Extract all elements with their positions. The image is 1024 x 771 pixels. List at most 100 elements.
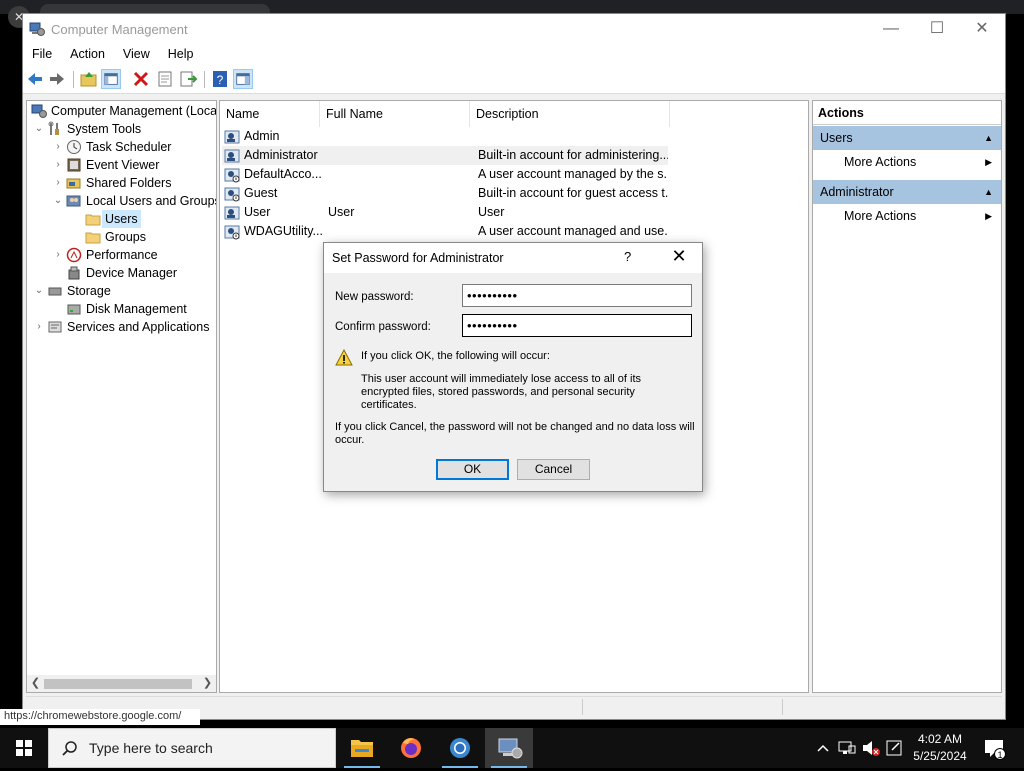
cancel-button[interactable]: Cancel: [517, 459, 590, 480]
chevron-down-icon[interactable]: ⌄: [33, 120, 45, 138]
tree-item-storage[interactable]: ⌄ Storage: [33, 282, 213, 300]
list-row-guest[interactable]: Guest Built-in account for guest access …: [222, 184, 668, 203]
back-arrow-icon[interactable]: [25, 69, 45, 89]
taskbar-search-box[interactable]: Type here to search: [48, 728, 336, 768]
title-bar: Computer Management — ☐ ✕: [23, 14, 1005, 44]
tree-item-task-scheduler[interactable]: › Task Scheduler: [52, 138, 216, 156]
list-row-defaultaccount[interactable]: DefaultAcco... A user account managed by…: [222, 165, 668, 184]
folder-icon: [85, 214, 101, 226]
list-header: Name Full Name Description: [220, 101, 808, 127]
tree-item-disk-management[interactable]: Disk Management: [52, 300, 216, 318]
volume-muted-icon[interactable]: [860, 728, 882, 768]
chevron-right-icon[interactable]: ›: [52, 138, 64, 156]
more-actions-administrator[interactable]: More Actions ▶: [813, 205, 1001, 227]
export-list-icon[interactable]: [178, 69, 198, 89]
tree-item-performance[interactable]: › Performance: [52, 246, 216, 264]
chevron-right-icon[interactable]: ›: [33, 318, 45, 336]
tree-item-users[interactable]: Users: [71, 210, 211, 228]
status-divider: [782, 699, 783, 715]
list-row-user[interactable]: User User User: [222, 203, 668, 222]
user-description: Built-in account for guest access t...: [478, 186, 668, 200]
tree-item-shared-folders[interactable]: › Shared Folders: [52, 174, 216, 192]
column-header-full-name[interactable]: Full Name: [320, 101, 470, 127]
computer-management-taskbar-button[interactable]: [485, 728, 533, 768]
menu-action[interactable]: Action: [61, 44, 114, 61]
chrome-taskbar-button[interactable]: [436, 728, 484, 768]
show-hide-console-tree-icon[interactable]: [101, 69, 121, 89]
dialog-close-button[interactable]: ✕: [667, 246, 691, 267]
tree-horizontal-scrollbar[interactable]: ❮ ❯: [27, 675, 216, 692]
warning-heading: If you click OK, the following will occu…: [361, 350, 550, 362]
help-icon[interactable]: ?: [210, 69, 230, 89]
chevron-down-icon[interactable]: ⌄: [33, 282, 45, 300]
windows-start-icon[interactable]: [0, 728, 48, 768]
up-folder-icon[interactable]: [79, 69, 99, 89]
chevron-down-icon[interactable]: ⌄: [52, 192, 64, 210]
tree-item-label: Event Viewer: [86, 158, 160, 172]
user-name: WDAGUtility...: [244, 224, 323, 238]
menu-view[interactable]: View: [114, 44, 159, 61]
notification-count-badge: 1: [994, 748, 1006, 760]
user-description: A user account managed and use...: [478, 224, 668, 238]
disabled-user-icon: [224, 168, 240, 183]
computer-management-icon: [31, 104, 47, 118]
new-password-label: New password:: [335, 291, 414, 303]
menu-help[interactable]: Help: [159, 44, 203, 61]
list-row-administrator[interactable]: Administrator Built-in account for admin…: [222, 146, 668, 165]
minimize-button[interactable]: —: [868, 14, 914, 44]
dialog-help-button[interactable]: ?: [624, 249, 631, 264]
scroll-left-icon[interactable]: ❮: [27, 675, 44, 692]
network-icon[interactable]: [836, 728, 858, 768]
folder-icon: [85, 232, 101, 244]
tree-item-computer-management[interactable]: Computer Management (Local: [29, 102, 216, 120]
action-center-edit-icon[interactable]: [884, 728, 906, 768]
tree-item-groups[interactable]: Groups: [71, 228, 211, 246]
clock-time: 4:02 AM: [917, 732, 963, 746]
new-password-input[interactable]: ••••••••••: [462, 284, 692, 307]
toolbar: ?: [23, 66, 1005, 94]
list-row-wdagutility[interactable]: WDAGUtility... A user account managed an…: [222, 222, 668, 241]
maximize-button[interactable]: ☐: [914, 14, 960, 44]
ok-button[interactable]: OK: [436, 459, 509, 480]
submenu-arrow-icon: ▶: [985, 211, 992, 221]
shared-folder-icon: [66, 178, 81, 189]
chevron-right-icon[interactable]: ›: [52, 246, 64, 264]
scroll-right-icon[interactable]: ❯: [199, 675, 216, 692]
close-button[interactable]: ✕: [959, 14, 1005, 44]
actions-section-administrator[interactable]: Administrator ▲: [813, 180, 1001, 204]
search-icon: [62, 741, 77, 756]
scrollbar-thumb[interactable]: [44, 679, 192, 689]
tree-item-device-manager[interactable]: Device Manager: [52, 264, 216, 282]
delete-icon[interactable]: [131, 69, 151, 89]
tree-item-label: Shared Folders: [86, 176, 172, 190]
tree-item-system-tools[interactable]: ⌄ System Tools: [33, 120, 213, 138]
notifications-button[interactable]: 1: [980, 728, 1010, 768]
show-hidden-icons-chevron-icon[interactable]: [813, 728, 833, 768]
show-hide-action-pane-icon[interactable]: [233, 69, 253, 89]
column-header-name[interactable]: Name: [220, 101, 320, 127]
action-label: More Actions: [844, 155, 917, 169]
list-row-admin[interactable]: Admin: [222, 127, 668, 146]
properties-icon[interactable]: [155, 69, 175, 89]
taskbar-clock[interactable]: 4:02 AM 5/25/2024: [905, 731, 975, 765]
chevron-right-icon[interactable]: ›: [52, 156, 64, 174]
user-full-name: User: [328, 205, 355, 219]
forward-arrow-icon[interactable]: [47, 69, 67, 89]
collapse-triangle-icon[interactable]: ▲: [984, 180, 993, 204]
firefox-taskbar-button[interactable]: [387, 728, 435, 768]
tree-item-label: Local Users and Groups: [86, 194, 217, 208]
file-explorer-taskbar-button[interactable]: [338, 728, 386, 768]
user-description: User: [478, 205, 505, 219]
menu-file[interactable]: File: [23, 44, 61, 61]
confirm-password-input[interactable]: ••••••••••: [462, 314, 692, 337]
section-title: Users: [820, 131, 853, 145]
tree-item-services-and-applications[interactable]: › Services and Applications: [33, 318, 216, 336]
tree-item-event-viewer[interactable]: › Event Viewer: [52, 156, 216, 174]
chevron-right-icon[interactable]: ›: [52, 174, 64, 192]
user-name: Admin: [244, 129, 280, 143]
tree-item-local-users-and-groups[interactable]: ⌄ Local Users and Groups: [52, 192, 217, 210]
actions-section-users[interactable]: Users ▲: [813, 126, 1001, 150]
more-actions-users[interactable]: More Actions ▶: [813, 151, 1001, 173]
column-header-description[interactable]: Description: [470, 101, 670, 127]
collapse-triangle-icon[interactable]: ▲: [984, 126, 993, 150]
